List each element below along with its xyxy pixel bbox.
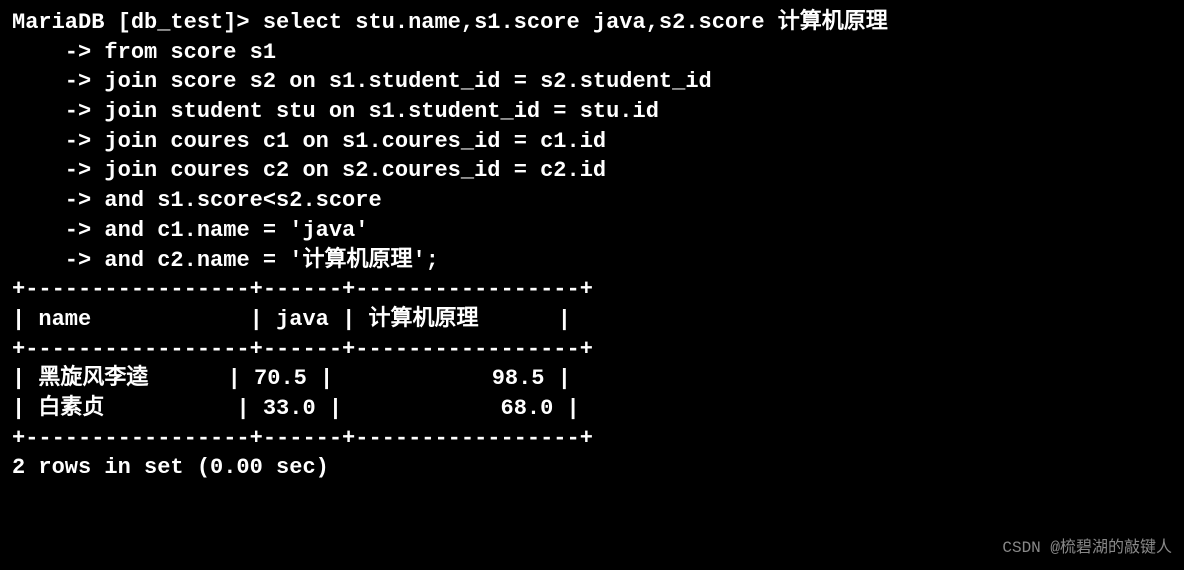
table-row: | 黑旋风李逵 | 70.5 | 98.5 | (12, 364, 1172, 394)
cell-java: 70.5 (254, 366, 307, 391)
prompt: MariaDB [db_test]> (12, 10, 263, 35)
table-border-top: +-----------------+------+--------------… (12, 275, 1172, 305)
header-principle: 计算机原理 (368, 307, 478, 332)
continuation: -> (12, 40, 104, 65)
cell-principle: 68.0 (501, 396, 554, 421)
query-line-8: -> and c2.name = '计算机原理'; (12, 246, 1172, 276)
query-line-3: -> join student stu on s1.student_id = s… (12, 97, 1172, 127)
status-line: 2 rows in set (0.00 sec) (12, 453, 1172, 483)
query-line-2: -> join score s2 on s1.student_id = s2.s… (12, 67, 1172, 97)
continuation: -> (12, 188, 104, 213)
query-text: join score s2 on s1.student_id = s2.stud… (104, 69, 711, 94)
table-header-row: | name | java | 计算机原理 | (12, 305, 1172, 335)
continuation: -> (12, 218, 104, 243)
table-row: | 白素贞 | 33.0 | 68.0 | (12, 394, 1172, 424)
query-line-1: -> from score s1 (12, 38, 1172, 68)
query-line-0: MariaDB [db_test]> select stu.name,s1.sc… (12, 8, 1172, 38)
query-text: and c2.name = '计算机原理'; (104, 248, 438, 273)
query-text: join coures c1 on s1.coures_id = c1.id (104, 129, 606, 154)
query-line-7: -> and c1.name = 'java' (12, 216, 1172, 246)
query-text: join coures c2 on s2.coures_id = c2.id (104, 158, 606, 183)
table-border-bottom: +-----------------+------+--------------… (12, 424, 1172, 454)
table-border-mid: +-----------------+------+--------------… (12, 335, 1172, 365)
cell-name: 白素贞 (38, 396, 104, 421)
continuation: -> (12, 69, 104, 94)
query-text: and s1.score<s2.score (104, 188, 381, 213)
header-java: java (276, 307, 329, 332)
query-text: select stu.name,s1.score java,s2.score 计… (263, 10, 888, 35)
query-line-4: -> join coures c1 on s1.coures_id = c1.i… (12, 127, 1172, 157)
query-text: and c1.name = 'java' (104, 218, 368, 243)
query-line-6: -> and s1.score<s2.score (12, 186, 1172, 216)
cell-java: 33.0 (263, 396, 316, 421)
cell-name: 黑旋风李逵 (38, 366, 148, 391)
continuation: -> (12, 158, 104, 183)
query-text: join student stu on s1.student_id = stu.… (104, 99, 659, 124)
continuation: -> (12, 248, 104, 273)
watermark: CSDN @梳碧湖的敲键人 (1002, 538, 1172, 560)
continuation: -> (12, 129, 104, 154)
header-name: name (38, 307, 91, 332)
cell-principle: 98.5 (492, 366, 545, 391)
query-text: from score s1 (104, 40, 276, 65)
continuation: -> (12, 99, 104, 124)
query-line-5: -> join coures c2 on s2.coures_id = c2.i… (12, 156, 1172, 186)
